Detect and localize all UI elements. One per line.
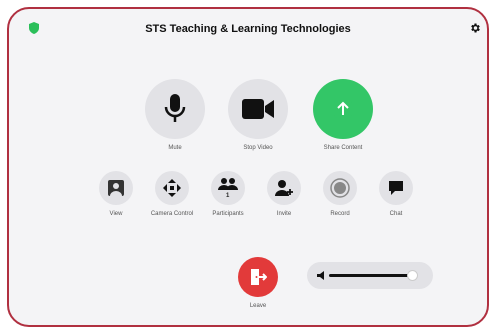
volume-slider-thumb[interactable] [407, 270, 418, 281]
microphone-icon [164, 94, 186, 122]
camera-control-label: Camera Control [150, 211, 194, 217]
share-content-button[interactable]: Share Content [313, 79, 373, 151]
person-view-icon [108, 180, 124, 196]
move-arrows-icon [163, 179, 181, 197]
arrow-up-icon [334, 100, 352, 118]
participants-circle[interactable]: 1 [211, 171, 245, 205]
participants-label: Participants [212, 211, 244, 217]
volume-slider-track[interactable] [329, 274, 413, 277]
share-content-label: Share Content [323, 145, 363, 151]
meeting-title: STS Teaching & Learning Technologies [145, 23, 351, 35]
mute-button[interactable]: Mute [145, 79, 205, 151]
video-camera-icon [242, 99, 274, 119]
chat-circle[interactable] [379, 171, 413, 205]
volume-control[interactable] [307, 262, 433, 289]
stop-video-label: Stop Video [243, 145, 273, 151]
speaker-icon [317, 271, 324, 280]
leave-button[interactable]: Leave [238, 257, 278, 309]
header: STS Teaching & Learning Technologies [9, 9, 487, 53]
exit-door-icon [251, 269, 267, 285]
invite-user-icon [275, 180, 293, 196]
stop-video-button[interactable]: Stop Video [228, 79, 288, 151]
record-icon [330, 178, 350, 198]
invite-circle[interactable] [267, 171, 301, 205]
chat-label: Chat [389, 211, 403, 217]
view-button[interactable]: View [99, 171, 133, 217]
chat-button[interactable]: Chat [379, 171, 413, 217]
stop-video-circle[interactable] [228, 79, 288, 139]
leave-label: Leave [249, 303, 267, 309]
camera-control-button[interactable]: Camera Control [151, 171, 193, 217]
invite-label: Invite [276, 211, 292, 217]
gear-icon[interactable] [469, 22, 481, 34]
leave-circle[interactable] [238, 257, 278, 297]
record-button[interactable]: Record [323, 171, 357, 217]
meeting-window: STS Teaching & Learning Technologies Mut… [7, 7, 489, 327]
chat-bubble-icon [389, 181, 403, 195]
mute-circle[interactable] [145, 79, 205, 139]
mute-label: Mute [168, 145, 182, 151]
record-circle[interactable] [323, 171, 357, 205]
view-label: View [109, 211, 123, 217]
view-circle[interactable] [99, 171, 133, 205]
camera-control-circle[interactable] [155, 171, 189, 205]
record-label: Record [330, 211, 350, 217]
invite-button[interactable]: Invite [267, 171, 301, 217]
share-content-circle[interactable] [313, 79, 373, 139]
participants-icon [218, 178, 238, 190]
participants-button[interactable]: 1 Participants [211, 171, 245, 217]
participants-count: 1 [226, 193, 230, 199]
